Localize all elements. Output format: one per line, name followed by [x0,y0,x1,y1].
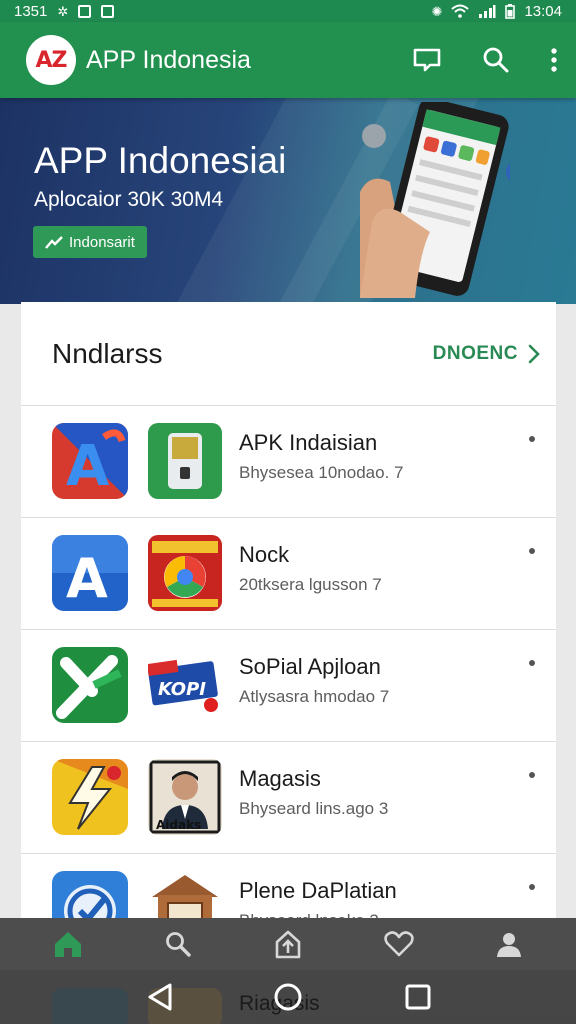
portrait-caption: Aidaks [156,818,201,832]
overflow-dot-icon[interactable] [529,548,535,554]
home-circle-icon[interactable] [273,982,303,1012]
more-vert-icon[interactable] [550,47,558,73]
banner-button[interactable]: Indonsarit [33,226,147,258]
list-item[interactable]: A Nock 20tksera lgusson 7 [21,518,556,630]
status-time-left: 1351 [14,2,48,20]
overflow-dot-icon[interactable] [529,436,535,442]
list-item[interactable]: Aidaks Magasis Bhyseard lins.ago 3 [21,742,556,854]
app-screen: 1351 ✲ ✺ 13:04 AZ APP Indonesia APP Indo… [0,0,576,1024]
app-name: Nock [239,542,290,567]
search-icon[interactable] [482,46,510,74]
settings-gear-icon: ✺ [431,3,443,19]
banner-button-label: Indonsarit [69,233,135,251]
a-letter-red-icon: A [52,423,128,499]
section-title: Nndlarss [52,337,163,369]
yellow-bolt-icon [52,759,128,835]
heart-icon[interactable] [383,931,414,957]
app-name: Plene DaPlatian [239,878,397,903]
section-more-label: DNOENC [432,342,518,364]
app-logo[interactable]: AZ [26,35,76,85]
app-list-card: Nndlarss DNOENC A APK Indaisian Bhysesea… [21,302,556,966]
back-icon[interactable] [146,982,174,1012]
list-item[interactable]: A APK Indaisian Bhysesea 10nodao. 7 [21,406,556,518]
wifi-icon [451,4,470,18]
recents-icon[interactable] [404,982,432,1012]
app-meta: Atlysasra hmodao 7 [239,687,390,706]
trend-icon [45,236,63,249]
search-icon[interactable] [164,930,192,958]
profile-icon[interactable] [495,930,523,958]
app-meta: 20tksera lgusson 7 [239,575,382,594]
kopi-sticker-icon: KOPI [148,647,222,723]
notification-box-icon [78,4,92,18]
banner-title: APP Indonesiai [34,140,287,181]
overflow-dot-icon[interactable] [529,660,535,666]
chrome-badge-icon [148,535,222,611]
notification-check-icon [101,4,115,18]
app-icon [52,988,128,1024]
chevron-right-icon [528,344,540,363]
promo-banner[interactable]: APP Indonesiai Aplocaior 30K 30M4 Indons… [0,98,576,304]
app-meta: Bhyseard lins.ago 3 [239,799,389,818]
app-meta: Bhysesea 10nodao. 7 [239,463,404,482]
app-bar-actions [412,46,558,74]
app-title: APP Indonesia [86,45,251,74]
app-name: APK Indaisian [239,430,378,455]
svg-text:A: A [66,547,108,610]
list-item[interactable]: KOPI SoPial Apjloan Atlysasra hmodao 7 [21,630,556,742]
section-more-link[interactable]: DNOENC [433,343,540,365]
portrait-icon: Aidaks [148,759,222,835]
app-name: Magasis [239,766,321,791]
home-icon[interactable] [53,930,83,958]
chat-bubble-icon[interactable] [412,47,442,73]
upload-icon[interactable] [274,929,302,959]
section-header: Nndlarss DNOENC [21,302,556,406]
app-bar: AZ APP Indonesia [0,22,576,98]
phone-illustration [360,102,510,298]
green-x-icon [52,647,128,723]
overflow-dot-icon[interactable] [529,772,535,778]
battery-icon [505,3,516,19]
app-name: SoPial Apjloan [239,654,381,679]
notification-icon: ✲ [57,3,69,19]
a-letter-blue-icon: A [52,535,128,611]
kopi-text: KOPI [158,679,206,700]
status-bar: 1351 ✲ ✺ 13:04 [0,0,576,22]
bottom-nav [0,918,576,970]
signal-icon [479,5,496,18]
overflow-dot-icon[interactable] [529,884,535,890]
status-time-right: 13:04 [524,2,562,20]
green-lock-app-icon [148,423,222,499]
svg-text:A: A [66,434,110,499]
banner-subtitle: Aplocaior 30K 30M4 [34,188,224,211]
